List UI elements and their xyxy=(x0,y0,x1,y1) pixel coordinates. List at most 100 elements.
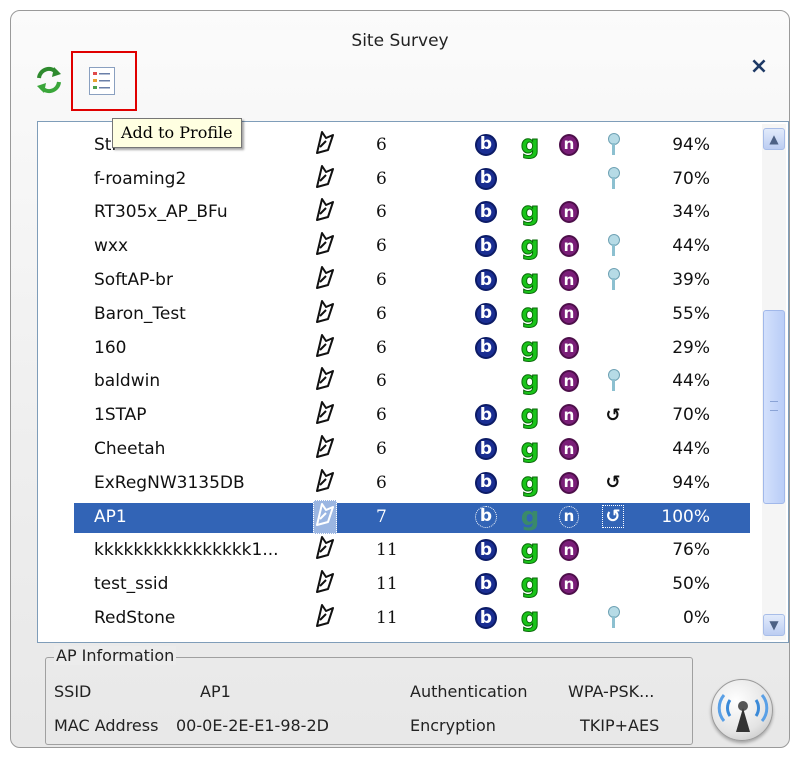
signal-cell: 100% xyxy=(661,506,710,527)
b-mode-icon: b xyxy=(475,404,497,427)
signal-cell: 50% xyxy=(672,574,710,595)
scroll-down-button[interactable]: ▼ xyxy=(763,614,785,636)
add-to-profile-button[interactable] xyxy=(71,51,137,111)
network-row[interactable]: AP1 7 b g n ↺ 100% xyxy=(38,499,750,534)
security-key-icon xyxy=(606,234,620,258)
network-row[interactable]: baldwin 6 g n 44% xyxy=(38,365,738,399)
channel-cell: 11 xyxy=(376,540,398,561)
channel-cell: 11 xyxy=(376,574,398,595)
ssid-label: SSID xyxy=(54,682,92,701)
network-row[interactable]: SoftAP-br 6 b g n 39% xyxy=(38,263,738,297)
ap-information-legend: AP Information xyxy=(54,646,177,665)
network-row[interactable]: RT305x_AP_BFu 6 b g n 34% xyxy=(38,196,738,230)
connect-button[interactable] xyxy=(711,679,773,741)
signal-cell: 94% xyxy=(672,134,710,155)
network-mode-icon xyxy=(310,128,340,162)
ssid-cell: ExRegNW3135DB xyxy=(94,472,245,493)
channel-cell: 6 xyxy=(376,202,387,223)
channel-cell: 11 xyxy=(376,608,398,629)
network-row[interactable]: ExRegNW3135DB 6 b g n ↺ 94% xyxy=(38,466,738,500)
security-key-icon xyxy=(606,606,620,630)
n-mode-icon: n xyxy=(559,471,579,494)
scroll-up-button[interactable]: ▲ xyxy=(763,128,785,150)
network-row[interactable]: wxx 6 b g n 44% xyxy=(38,229,738,263)
n-mode-icon: n xyxy=(559,505,579,528)
signal-cell: 44% xyxy=(672,371,710,392)
authentication-label: Authentication xyxy=(410,682,528,701)
channel-cell: 6 xyxy=(376,405,387,426)
network-row[interactable]: RedStone 11 b g 0% xyxy=(38,601,738,635)
signal-cell: 39% xyxy=(672,270,710,291)
refresh-button[interactable] xyxy=(35,64,63,96)
wps-icon: ↺ xyxy=(605,404,621,426)
g-mode-icon: g xyxy=(520,603,540,634)
network-row[interactable]: 1STAP 6 b g n ↺ 70% xyxy=(38,398,738,432)
g-mode-icon: g xyxy=(520,400,540,431)
network-mode-icon xyxy=(310,331,340,365)
b-mode-icon: b xyxy=(475,573,497,596)
channel-cell: 7 xyxy=(376,506,387,527)
network-mode-icon xyxy=(310,229,340,263)
b-mode-icon: b xyxy=(475,471,497,494)
channel-cell: 6 xyxy=(376,134,387,155)
scroll-thumb[interactable] xyxy=(763,310,785,504)
security-key-icon xyxy=(606,268,620,292)
network-row[interactable]: f-roaming2 6 b 70% xyxy=(38,162,738,196)
vertical-scrollbar[interactable]: ▲ ▼ xyxy=(762,124,786,640)
network-row[interactable]: 160 6 b g n 29% xyxy=(38,331,738,365)
network-mode-icon xyxy=(310,432,340,466)
signal-cell: 55% xyxy=(672,303,710,324)
ssid-cell: wxx xyxy=(94,236,129,257)
n-mode-icon: n xyxy=(559,539,579,562)
ssid-cell: kkkkkkkkkkkkkkkk1... xyxy=(94,540,279,561)
network-mode-icon xyxy=(310,567,340,601)
b-mode-icon: b xyxy=(475,438,497,461)
encryption-value: TKIP+AES xyxy=(580,716,660,735)
channel-cell: 6 xyxy=(376,371,387,392)
network-row[interactable]: kkkkkkkkkkkkkkkk1... 11 b g n 76% xyxy=(38,534,738,568)
network-mode-icon xyxy=(310,162,340,196)
g-mode-icon: g xyxy=(520,332,540,363)
g-mode-icon: g xyxy=(520,366,540,397)
g-mode-icon: g xyxy=(520,535,540,566)
close-button[interactable]: × xyxy=(747,55,771,79)
network-mode-icon xyxy=(310,534,340,568)
ssid-cell: 1STAP xyxy=(94,405,147,426)
ap-information-group: AP Information SSID AP1 Authentication W… xyxy=(45,646,693,745)
dialog-title: Site Survey xyxy=(351,31,449,51)
network-row[interactable]: Baron_Test 6 b g n 55% xyxy=(38,297,738,331)
channel-cell: 6 xyxy=(376,168,387,189)
network-mode-icon xyxy=(310,297,340,331)
b-mode-icon: b xyxy=(475,235,497,258)
n-mode-icon: n xyxy=(559,573,579,596)
signal-cell: 94% xyxy=(672,472,710,493)
network-row[interactable]: test_ssid 11 b g n 50% xyxy=(38,567,738,601)
signal-cell: 70% xyxy=(672,168,710,189)
b-mode-icon: b xyxy=(475,607,497,630)
security-key-icon xyxy=(606,166,620,191)
network-mode-icon xyxy=(310,601,340,635)
n-mode-icon: n xyxy=(559,201,579,224)
g-mode-icon: g xyxy=(520,197,540,228)
b-mode-icon: b xyxy=(475,539,497,562)
channel-cell: 6 xyxy=(376,236,387,257)
b-mode-icon: b xyxy=(475,201,497,224)
encryption-label: Encryption xyxy=(410,716,496,735)
n-mode-icon: n xyxy=(559,404,579,427)
n-mode-icon: n xyxy=(559,370,579,393)
g-mode-icon: g xyxy=(520,298,540,329)
wps-icon: ↺ xyxy=(602,505,624,529)
network-mode-icon xyxy=(310,196,340,230)
ssid-cell: f-roaming2 xyxy=(94,168,187,189)
g-mode-icon: g xyxy=(520,467,540,498)
network-list[interactable]: Sti 6 b g n 94% f-roaming2 6 b 70% RT305x_AP_BFu 6 b… xyxy=(37,121,789,643)
signal-cell: 70% xyxy=(672,405,710,426)
signal-cell: 29% xyxy=(672,337,710,358)
security-key-icon xyxy=(606,132,620,157)
b-mode-icon: b xyxy=(475,505,497,528)
signal-cell: 76% xyxy=(672,540,710,561)
n-mode-icon: n xyxy=(559,302,579,325)
ssid-cell: baldwin xyxy=(94,371,161,392)
b-mode-icon: b xyxy=(475,269,497,292)
network-row[interactable]: Cheetah 6 b g n 44% xyxy=(38,432,738,466)
